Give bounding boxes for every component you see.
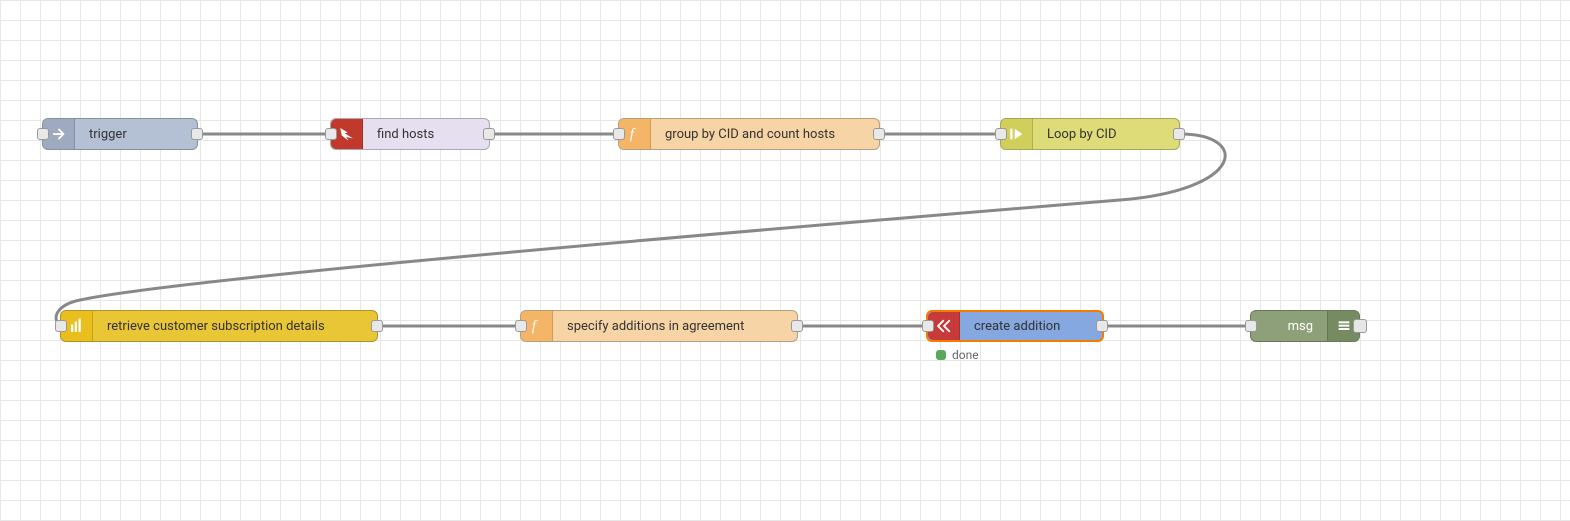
wire: [56, 134, 1225, 326]
port-in[interactable]: [613, 128, 625, 140]
node-status: done: [936, 348, 979, 362]
port-out[interactable]: [483, 128, 495, 140]
svg-text:f: f: [629, 127, 635, 143]
retrieve-subscription-node[interactable]: retrieve customer subscription details: [60, 310, 378, 342]
port-in[interactable]: [325, 128, 337, 140]
port-out[interactable]: [1096, 320, 1108, 332]
port-in[interactable]: [55, 320, 67, 332]
port-in[interactable]: [1245, 320, 1257, 332]
create-addition-node[interactable]: create addition done: [926, 310, 1104, 342]
node-label: specify additions in agreement: [553, 319, 797, 334]
trigger-node[interactable]: trigger: [42, 118, 198, 150]
wires-layer: [0, 0, 1570, 521]
node-label: Loop by CID: [1033, 127, 1179, 142]
node-label: retrieve customer subscription details: [93, 319, 377, 334]
svg-text:f: f: [531, 319, 537, 335]
port-in[interactable]: [515, 320, 527, 332]
find-hosts-node[interactable]: find hosts: [330, 118, 490, 150]
port-out[interactable]: [791, 320, 803, 332]
node-label: create addition: [960, 319, 1102, 334]
status-dot-icon: [936, 350, 946, 360]
flow-canvas[interactable]: trigger find hosts f group by CID and co…: [0, 0, 1570, 521]
status-text: done: [952, 348, 979, 362]
port-out[interactable]: [371, 320, 383, 332]
port-out[interactable]: [1173, 128, 1185, 140]
port-in[interactable]: [37, 128, 49, 140]
group-by-cid-node[interactable]: f group by CID and count hosts: [618, 118, 880, 150]
port-in[interactable]: [922, 320, 934, 332]
loop-by-cid-node[interactable]: Loop by CID: [1000, 118, 1180, 150]
specify-additions-node[interactable]: f specify additions in agreement: [520, 310, 798, 342]
node-label: find hosts: [363, 127, 489, 142]
port-in[interactable]: [995, 128, 1007, 140]
port-out[interactable]: [191, 128, 203, 140]
node-label: msg: [1251, 319, 1327, 334]
debug-msg-node[interactable]: msg: [1250, 310, 1360, 342]
node-label: trigger: [75, 127, 197, 142]
port-out[interactable]: [873, 128, 885, 140]
node-label: group by CID and count hosts: [651, 127, 879, 142]
debug-toggle-port[interactable]: [1353, 319, 1367, 333]
